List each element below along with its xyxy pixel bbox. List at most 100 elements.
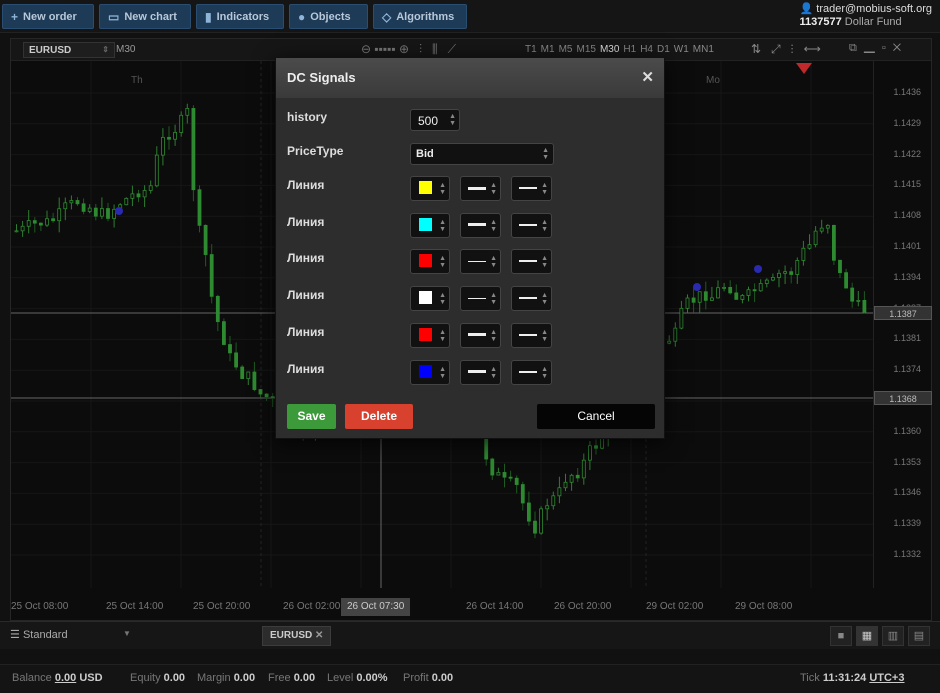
candle-body [264,393,269,398]
price-type-select[interactable]: Bid ▲ ▼ [410,143,554,165]
candle-body [801,247,806,261]
history-stepper[interactable]: 500 ▲ ▼ [410,109,460,131]
price-tick: 1.1422 [893,148,921,159]
line-color-picker[interactable]: ▲ ▼ [410,359,450,385]
candle-body [667,340,672,344]
time-tick: 29 Oct 02:00 [646,601,704,612]
candle-body [850,287,855,302]
timeframe-t1[interactable]: T1 [525,44,537,55]
price-tick: 1.1374 [893,364,921,375]
timezone-selector[interactable]: UTC+3 [869,672,904,684]
candle-body [777,272,781,278]
line-color-picker[interactable]: ▲ ▼ [410,176,450,201]
line-color-picker[interactable]: ▲ ▼ [410,322,450,348]
cancel-button[interactable]: Cancel [537,404,655,429]
indicators-button[interactable]: ▮ Indicators [196,4,284,29]
chevron-down-icon[interactable]: ▼ [123,629,131,638]
timeframe-m15[interactable]: M15 [576,44,595,55]
candle-body [527,502,531,522]
candle-body [764,279,769,284]
timeframe-d1[interactable]: D1 [657,44,670,55]
rows-layout-icon[interactable]: ▤ [908,626,930,646]
candle-body [813,230,818,246]
candle-body [746,289,751,296]
close-icon[interactable]: ✕ [315,630,323,641]
grid-layout-icon[interactable]: ▦ [856,626,878,646]
stepper-arrows-icon: ▲ ▼ [439,328,446,343]
timeframe-m30[interactable]: M30 [600,44,619,55]
stepper-arrows-icon: ▲ ▼ [541,218,548,233]
price-tick: 1.1332 [893,549,921,559]
timeframe-h4[interactable]: H4 [640,44,653,55]
candle-body [160,136,165,156]
line-style-icon [519,370,537,373]
single-layout-icon[interactable]: ■ [830,626,852,646]
stepper-arrows-icon: ▲ ▼ [439,292,446,307]
balance: Balance 0.00 USD [12,672,103,684]
close-icon[interactable]: ✕ [641,68,654,86]
objects-button[interactable]: ● Objects [289,4,368,29]
new-order-button[interactable]: + New order [2,4,94,29]
zoom-controls[interactable]: ⊖ ▪▪▪▪▪ ⊕ ⫶ ⫼ ⟋ [361,42,456,57]
timeframe-h1[interactable]: H1 [623,44,636,55]
time-axis[interactable]: 25 Oct 08:00 25 Oct 14:00 25 Oct 20:00 26 O… [11,598,873,620]
columns-layout-icon[interactable]: ▥ [882,626,904,646]
status-bar: Balance 0.00 USD Equity 0.00 Margin 0.00… [0,664,940,693]
line-style-select[interactable]: ▲ ▼ [511,212,552,238]
save-button[interactable]: Save [287,404,336,429]
candle-body [136,193,141,198]
stepper-arrows-icon[interactable]: ▲ ▼ [449,113,456,127]
candle-body [563,481,568,489]
candle-body [771,277,775,281]
timeframe-mn1[interactable]: MN1 [693,44,714,55]
timeframe-label: M30 [116,44,136,55]
layout-selector[interactable]: ☰ Standard [10,628,68,641]
timeframe-m5[interactable]: M5 [559,44,573,55]
price-tick: 1.1353 [893,456,921,467]
line-width-select[interactable]: ▲ ▼ [460,359,501,385]
line-style-select[interactable]: ▲ ▼ [511,249,552,275]
color-swatch [419,181,432,194]
line-label: Линия [287,361,325,376]
delete-button[interactable]: Delete [345,404,413,429]
tab-eurusd[interactable]: EURUSD ✕ [262,626,332,646]
chart-tools[interactable]: ⇅⤢⫶⟷ [751,42,831,57]
price-tick: 1.1346 [893,487,921,498]
line-color-picker[interactable]: ▲ ▼ [410,212,450,238]
line-style-select[interactable]: ▲ ▼ [511,359,552,385]
level: Level 0.00% [327,672,388,684]
timeframe-m1[interactable]: M1 [541,44,555,55]
line-style-select[interactable]: ▲ ▼ [511,176,552,201]
line-width-select[interactable]: ▲ ▼ [460,176,501,201]
line-color-picker[interactable]: ▲ ▼ [410,249,450,275]
candle-body [581,459,586,479]
color-swatch [419,254,432,268]
candle-body [514,477,519,485]
timeframe-w1[interactable]: W1 [674,44,689,55]
price-axis[interactable]: 1.1436 1.1429 1.1422 1.1415 1.1408 1.1401 1.13… [873,61,932,588]
candle-body [221,321,226,345]
algorithms-button[interactable]: ◇ Algorithms [373,4,467,29]
user-icon: 👤 [799,3,814,15]
line-width-select[interactable]: ▲ ▼ [460,322,501,348]
symbol-selector[interactable]: EURUSD ⇕ [23,42,115,58]
color-swatch [419,364,432,378]
candle-body [173,131,178,140]
line-color-picker[interactable]: ▲ ▼ [410,286,450,312]
candle-body [179,114,184,133]
candle-body [154,154,159,187]
new-chart-button[interactable]: ▭ New chart [99,4,191,29]
window-controls[interactable]: ⧉▁▫✕ [849,42,908,55]
line-width-select[interactable]: ▲ ▼ [460,212,501,238]
line-style-select[interactable]: ▲ ▼ [511,286,552,312]
candle-body [69,200,74,204]
candle-body [734,292,739,300]
user-info[interactable]: 👤 trader@mobius-soft.org 1137577 Dollar … [800,3,932,29]
line-style-select[interactable]: ▲ ▼ [511,322,552,348]
signal-dot [115,207,123,215]
top-toolbar: + New order ▭ New chart ▮ Indicators ● Objec… [0,0,940,33]
line-width-select[interactable]: ▲ ▼ [460,249,501,275]
stepper-arrows-icon: ▲ ▼ [541,182,548,196]
candle-body [825,224,830,229]
line-width-select[interactable]: ▲ ▼ [460,286,501,312]
